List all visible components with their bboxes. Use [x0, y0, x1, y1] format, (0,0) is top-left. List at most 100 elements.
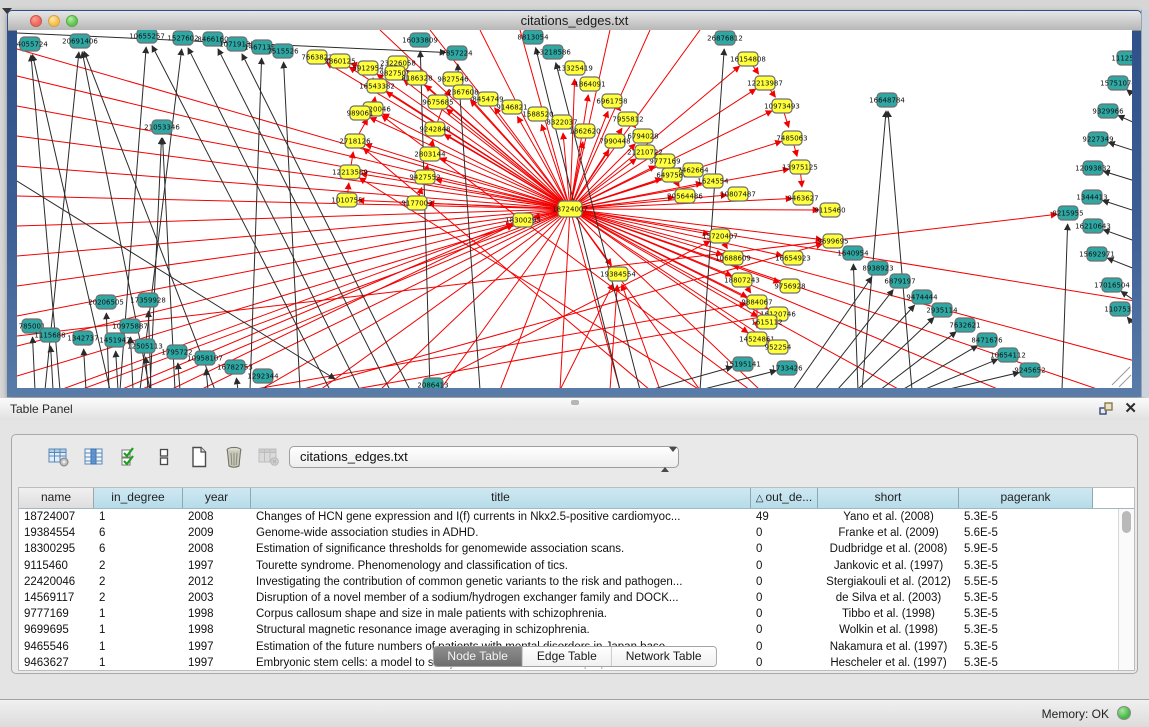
- column-header-pagerank[interactable]: pagerank: [959, 488, 1093, 508]
- float-panel-icon[interactable]: [1099, 402, 1113, 416]
- column-header-in-degree[interactable]: in_degree: [94, 488, 183, 508]
- graph-node[interactable]: 1864091: [574, 77, 605, 91]
- graph-node[interactable]: 15195141: [725, 357, 761, 371]
- table-settings-icon[interactable]: [48, 445, 70, 469]
- graph-node[interactable]: 9699695: [817, 234, 848, 248]
- graph-node[interactable]: 6961758: [596, 94, 627, 108]
- graph-node[interactable]: 26876812: [707, 31, 743, 45]
- graph-node[interactable]: 1640954: [837, 246, 869, 260]
- graph-node-label: 1864091: [574, 81, 605, 89]
- graph-node[interactable]: 7632621: [949, 318, 980, 332]
- graph-node[interactable]: 9756928: [774, 279, 805, 293]
- graph-node[interactable]: 6879197: [884, 274, 915, 288]
- graph-node[interactable]: 1527602: [167, 31, 198, 45]
- graph-node[interactable]: 8215955: [1052, 206, 1083, 220]
- graph-node[interactable]: 13975125: [782, 160, 818, 174]
- graph-node[interactable]: 8938923: [862, 261, 893, 275]
- memory-ok-icon[interactable]: [1117, 706, 1131, 720]
- graph-node[interactable]: 8471676: [971, 333, 1003, 347]
- graph-node[interactable]: 7990448: [599, 134, 630, 148]
- graph-node-label: 10688609: [715, 255, 751, 263]
- graph-node[interactable]: 1733426: [771, 361, 803, 375]
- vertical-scrollbar[interactable]: [1118, 509, 1134, 670]
- graph-node[interactable]: 10655257: [129, 30, 165, 43]
- splitter-handle[interactable]: [571, 400, 579, 405]
- column-header-name[interactable]: name: [19, 488, 94, 508]
- table-row[interactable]: 1872400712008Changes of HCN gene express…: [19, 509, 1118, 525]
- graph-node[interactable]: 16654923: [775, 251, 811, 265]
- tab-edge-table[interactable]: Edge Table: [522, 647, 611, 666]
- column-header-title[interactable]: title: [251, 488, 751, 508]
- graph-node[interactable]: 1107533: [1104, 302, 1132, 316]
- graph-node[interactable]: 2718126: [339, 134, 371, 148]
- table-row[interactable]: 1830029562008Estimation of significance …: [19, 541, 1118, 557]
- graph-node[interactable]: 17016504: [1094, 278, 1130, 292]
- graph-node-label: 7485063: [776, 135, 807, 143]
- graph-node[interactable]: 1010755: [331, 193, 362, 207]
- graph-node[interactable]: 16648784: [869, 93, 905, 107]
- graph-node[interactable]: 21053346: [144, 120, 180, 134]
- graph-node[interactable]: 1451947: [99, 333, 130, 347]
- graph-node[interactable]: 19384554: [600, 267, 636, 281]
- graph-node[interactable]: 8813054: [517, 30, 549, 44]
- column-header-out-de-[interactable]: △out_de...: [751, 488, 818, 508]
- graph-node[interactable]: 9245652: [1014, 363, 1045, 377]
- graph-node[interactable]: 9115460: [814, 203, 845, 217]
- column-header-year[interactable]: year: [183, 488, 251, 508]
- table-cell: 1: [94, 624, 183, 636]
- graph-node[interactable]: 12213589: [332, 165, 368, 179]
- graph-node[interactable]: 9427552: [409, 170, 440, 184]
- graph-node[interactable]: 9675685: [422, 95, 453, 109]
- graph-node[interactable]: 13218586: [535, 45, 571, 59]
- graph-node[interactable]: 6794028: [627, 129, 658, 143]
- graph-node[interactable]: 16154808: [730, 52, 766, 66]
- graph-edge: [51, 346, 53, 388]
- tab-node-table[interactable]: Node Table: [433, 647, 522, 666]
- table-row[interactable]: 1938455462009Genome-wide association stu…: [19, 525, 1118, 541]
- graph-node[interactable]: 10807487: [720, 187, 756, 201]
- graph-node[interactable]: 7485063: [776, 131, 807, 145]
- graph-node[interactable]: 9227349: [1082, 132, 1113, 146]
- graph-node[interactable]: 20564486: [667, 189, 703, 203]
- scrollbar-thumb[interactable]: [1122, 511, 1131, 533]
- graph-node[interactable]: 1344413: [1076, 190, 1107, 204]
- select-columns-icon[interactable]: [83, 445, 105, 469]
- graph-node[interactable]: 10973493: [764, 99, 800, 113]
- graph-node-label: 13218586: [535, 49, 571, 57]
- graph-node[interactable]: 17359928: [130, 293, 166, 307]
- table-row[interactable]: 911546021997Tourette syndrome. Phenomeno…: [19, 558, 1118, 574]
- table-row[interactable]: 1456911722003Disruption of a novel membe…: [19, 590, 1118, 606]
- graph-node[interactable]: 2086413: [417, 378, 448, 388]
- graph-node[interactable]: 20206505: [88, 295, 124, 309]
- graph-node[interactable]: 1342737: [67, 331, 98, 345]
- window-titlebar[interactable]: citations_edges.txt: [8, 11, 1141, 31]
- graph-node[interactable]: 16543382: [359, 79, 395, 93]
- table-row[interactable]: 2242004622012Investigating the contribut…: [19, 574, 1118, 590]
- graph-node[interactable]: 12213987: [747, 76, 783, 90]
- graph-node[interactable]: 12093832: [1075, 161, 1111, 175]
- graph-node[interactable]: 9474444: [906, 290, 938, 304]
- table-row[interactable]: 977716911998Corpus callosum shape and si…: [19, 606, 1118, 622]
- graph-node[interactable]: 15751074: [1100, 76, 1132, 90]
- graph-node[interactable]: 7857224: [441, 46, 473, 60]
- graph-node[interactable]: 24055724: [17, 37, 48, 51]
- graph-node[interactable]: 2935114: [926, 303, 958, 317]
- network-canvas[interactable]: 2405572420691406106552571527602846616010…: [17, 30, 1132, 388]
- delete-table-icon[interactable]: [223, 445, 245, 469]
- memory-status-label: Memory: OK: [1042, 707, 1109, 721]
- graph-node[interactable]: 16033809: [402, 33, 438, 47]
- table-row[interactable]: 969969511998Structural magnetic resonanc…: [19, 622, 1118, 638]
- tab-network-table[interactable]: Network Table: [611, 647, 716, 666]
- table-source-dropdown[interactable]: citations_edges.txt: [289, 446, 679, 468]
- graph-node[interactable]: 952254: [765, 340, 792, 354]
- graph-node[interactable]: 1112530: [1111, 51, 1132, 65]
- graph-node[interactable]: 13325419: [557, 61, 593, 75]
- row-height-icon[interactable]: [153, 445, 175, 469]
- column-header-short[interactable]: short: [818, 488, 959, 508]
- select-all-rows-icon[interactable]: [118, 445, 140, 469]
- close-panel-icon[interactable]: ✕: [1124, 399, 1137, 417]
- graph-node[interactable]: 9463627: [787, 191, 818, 205]
- graph-node[interactable]: 10688609: [715, 251, 751, 265]
- new-document-icon[interactable]: [188, 445, 210, 469]
- graph-node[interactable]: 989061: [347, 106, 374, 120]
